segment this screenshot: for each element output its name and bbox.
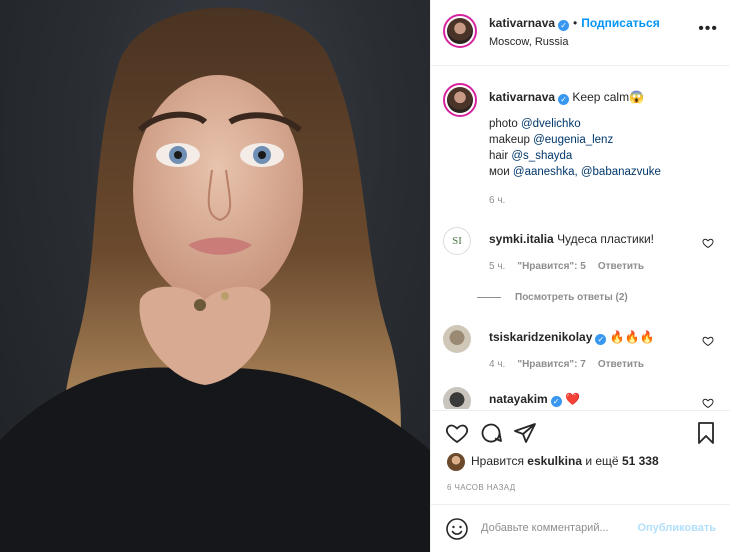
comment-heart-icon[interactable] [702,397,714,409]
credit-line: hair @s_shayda [489,150,573,162]
comment-text: 🔥🔥🔥 [609,330,655,344]
bookmark-icon[interactable] [694,421,718,445]
author-avatar[interactable] [443,14,477,48]
caption-text-line: kativarnava ✓ Keep calm😱 [489,89,694,106]
view-replies-button[interactable]: Посмотреть ответы (2) [477,292,628,303]
caption-time[interactable]: 6 ч. [489,192,694,209]
verified-icon: ✓ [558,20,570,31]
caption-text: Keep calm [572,90,630,104]
credit-line: photo @dvelichko [489,118,581,130]
liker-avatar[interactable] [447,453,465,471]
post-actions: Нравится eskulkina и ещё 51 338 6 ЧАСОВ … [431,410,730,492]
commenter-avatar[interactable] [443,325,471,353]
commenter-avatar[interactable] [443,387,471,409]
comment-text: Чудеса пластики! [557,232,655,246]
comment-item: tsiskaridzenikolay ✓ 🔥🔥🔥 4 ч. "Нравится": … [443,325,718,385]
verified-icon: ✓ [550,396,562,407]
comment-username[interactable]: symki.italia [489,232,554,246]
follow-button[interactable]: Подписаться [581,16,659,30]
mention-link[interactable]: @s_shayda [511,150,572,162]
post-header: kativarnava ✓ • Подписаться Moscow, Russia … [431,0,730,66]
comment-heart-icon[interactable] [702,237,714,249]
verified-icon: ✓ [558,94,570,105]
caption-avatar[interactable] [443,83,477,117]
comment-likes[interactable]: "Нравится": 7 [517,359,586,370]
credit-line: мои @aaneshka, @babanazvuke [489,166,661,178]
heart-icon[interactable] [445,421,469,445]
comment-meta: 4 ч. "Нравится": 7 Ответить [489,356,694,373]
verified-icon: ✓ [595,334,607,345]
separator-dot: • [573,16,578,30]
likes-count[interactable]: 51 338 [622,454,659,468]
mention-link[interactable]: @eugenia_lenz [533,134,613,146]
comment-username[interactable]: natayakim [489,392,548,406]
post-side-panel: kativarnava ✓ • Подписаться Moscow, Russia … [430,0,730,552]
comment-time[interactable]: 4 ч. [489,359,505,370]
comment-text: ❤️ [565,392,580,406]
caption-username[interactable]: kativarnava [489,90,555,104]
comment-time[interactable]: 5 ч. [489,261,505,272]
comment-item: natayakim ✓ ❤️ [443,387,718,409]
comment-likes[interactable]: "Нравится": 5 [517,261,586,272]
caption: kativarnava ✓ Keep calm😱 photo @dvelichko… [443,83,718,213]
commenter-avatar[interactable]: SI [443,227,471,255]
more-options-icon[interactable]: ••• [698,20,718,38]
portrait-image [0,7,430,552]
liker-username[interactable]: eskulkina [527,454,582,468]
comment-meta: 5 ч. "Нравится": 5 Ответить [489,258,694,275]
reply-button[interactable]: Ответить [598,261,644,272]
post-location[interactable]: Moscow, Russia [489,36,568,48]
publish-button[interactable]: Опубликовать [637,522,716,534]
author-username[interactable]: kativarnava [489,16,555,30]
emoji-icon[interactable] [445,517,469,541]
post-timestamp[interactable]: 6 ЧАСОВ НАЗАД [447,483,516,492]
comment-heart-icon[interactable] [702,335,714,347]
likes-summary: Нравится eskulkina и ещё 51 338 [447,453,659,471]
comment-icon[interactable] [479,421,503,445]
post-photo[interactable] [0,0,430,552]
mention-link[interactable]: @aaneshka, @babanazvuke [513,166,661,178]
caption-credits: photo @dvelichko makeup @eugenia_lenz ha… [489,116,694,180]
add-comment-bar: Добавьте комментарий... Опубликовать [431,504,730,552]
share-icon[interactable] [513,421,537,445]
caption-emoji: 😱 [629,90,645,104]
credit-line: makeup @eugenia_lenz [489,134,614,146]
comment-input[interactable]: Добавьте комментарий... [481,522,609,534]
author-line: kativarnava ✓ • Подписаться [489,16,660,31]
reply-button[interactable]: Ответить [598,359,644,370]
comments-list[interactable]: kativarnava ✓ Keep calm😱 photo @dvelichko… [431,67,730,409]
mention-link[interactable]: @dvelichko [521,118,581,130]
comment-username[interactable]: tsiskaridzenikolay [489,330,592,344]
